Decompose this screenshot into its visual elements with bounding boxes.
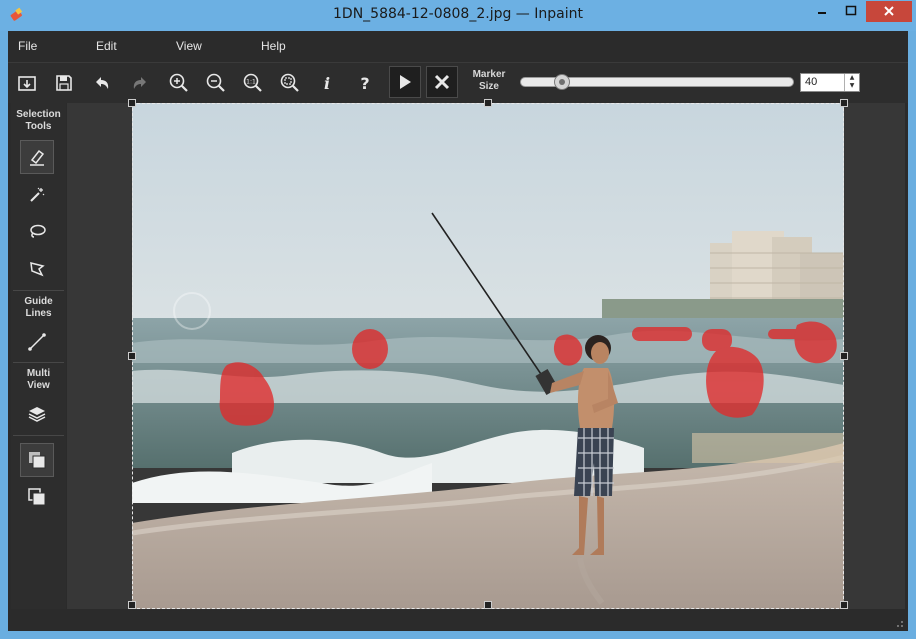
resize-handle-top-right[interactable]	[840, 99, 848, 107]
selection-border	[132, 103, 844, 609]
resize-handle-top[interactable]	[484, 99, 492, 107]
guide-line-tool-button[interactable]	[20, 325, 54, 359]
title-bar: 1DN_5884-12-0808_2.jpg — Inpaint	[0, 0, 916, 31]
resize-handle-bottom-left[interactable]	[128, 601, 136, 609]
menu-help[interactable]: Help	[261, 39, 286, 53]
zoom-actual-text: 1:1	[246, 79, 256, 86]
redo-button[interactable]	[125, 68, 155, 98]
marker-size-slider-thumb[interactable]	[553, 74, 570, 90]
multi-view-label-line2: View	[27, 380, 50, 391]
spin-down-icon[interactable]: ▼	[845, 82, 859, 90]
menu-bar: File Edit View Help	[8, 31, 908, 62]
redo-icon	[133, 77, 146, 89]
guide-lines-label: Guide Lines	[11, 296, 66, 320]
sidebar-divider	[13, 435, 64, 436]
marker-size-label: Marker Size	[464, 69, 514, 93]
sidebar-divider	[13, 362, 64, 363]
resize-handle-right[interactable]	[840, 352, 848, 360]
run-icon	[400, 75, 411, 89]
zoom-fit-button[interactable]	[275, 68, 305, 98]
zoom-in-icon	[169, 73, 188, 92]
zoom-out-button[interactable]	[201, 68, 231, 98]
workspace	[67, 99, 905, 609]
paste-view-button[interactable]	[20, 480, 54, 514]
lasso-icon	[30, 224, 46, 238]
cancel-icon	[434, 74, 450, 90]
resize-handle-bottom[interactable]	[484, 601, 492, 609]
zoom-out-icon	[206, 73, 225, 92]
magic-wand-tool-button[interactable]	[20, 178, 54, 212]
multi-view-label: Multi View	[11, 368, 66, 392]
svg-text:i: i	[324, 74, 330, 93]
selection-tools-label: Selection Tools	[11, 109, 66, 133]
zoom-fit-icon	[280, 73, 299, 92]
resize-handle-bottom-right[interactable]	[840, 601, 848, 609]
spin-up-icon[interactable]: ▲	[845, 74, 859, 82]
polygonal-lasso-tool-button[interactable]	[20, 252, 54, 286]
marker-size-label-line1: Marker	[472, 69, 506, 80]
guide-line-icon	[28, 333, 46, 351]
help-button[interactable]: ?	[350, 68, 380, 98]
resize-handle-top-left[interactable]	[128, 99, 136, 107]
guide-lines-label-line2: Lines	[25, 308, 52, 319]
selection-tools-label-line2: Tools	[25, 121, 52, 132]
marker-tool-button[interactable]	[20, 140, 54, 174]
save-icon	[56, 75, 72, 91]
multi-view-label-line1: Multi	[26, 368, 51, 379]
marker-size-value[interactable]: 40	[805, 76, 817, 88]
minimize-icon	[818, 12, 826, 14]
lasso-tool-button[interactable]	[20, 215, 54, 249]
minimize-button[interactable]	[808, 0, 836, 22]
sidebar-divider	[13, 290, 64, 291]
copy-view-button[interactable]	[20, 443, 54, 477]
window-title: 1DN_5884-12-0808_2.jpg — Inpaint	[333, 6, 583, 22]
info-button[interactable]: i	[312, 68, 342, 98]
toolbar: 1:1 i ? Marker Size 40 ▲ ▼	[8, 62, 908, 103]
cancel-button[interactable]	[426, 66, 458, 98]
polygonal-lasso-icon	[30, 262, 45, 277]
marker-size-label-line2: Size	[478, 81, 499, 92]
svg-text:?: ?	[360, 74, 369, 93]
open-button[interactable]	[12, 68, 42, 98]
help-icon: ?	[360, 74, 369, 93]
run-button[interactable]	[389, 66, 421, 98]
copy-view-icon	[29, 452, 46, 469]
layers-icon	[28, 407, 46, 422]
menu-view[interactable]: View	[176, 39, 202, 53]
maximize-icon	[845, 5, 857, 16]
maximize-button[interactable]	[836, 0, 866, 22]
marker-size-spinbox[interactable]: 40 ▲ ▼	[800, 73, 860, 92]
layers-button[interactable]	[20, 397, 54, 431]
guide-lines-label-line1: Guide	[24, 296, 53, 307]
resize-handle-left[interactable]	[128, 352, 136, 360]
paste-view-icon	[28, 488, 46, 506]
undo-icon	[96, 77, 109, 89]
zoom-in-button[interactable]	[164, 68, 194, 98]
marker-icon	[30, 149, 45, 166]
zoom-actual-button[interactable]: 1:1	[238, 68, 268, 98]
undo-button[interactable]	[87, 68, 117, 98]
tools-sidebar: Selection Tools Guide Lines Multi View	[11, 103, 66, 609]
open-icon	[18, 76, 36, 91]
resize-grip-icon[interactable]	[894, 618, 904, 628]
spin-buttons: ▲ ▼	[844, 74, 859, 91]
app-frame: File Edit View Help 1:1 i ? Marker Size …	[8, 31, 908, 631]
save-button[interactable]	[49, 68, 79, 98]
close-button[interactable]	[866, 1, 912, 22]
menu-file[interactable]: File	[18, 39, 37, 53]
close-icon	[884, 6, 894, 16]
zoom-actual-icon: 1:1	[243, 73, 262, 92]
status-bar	[8, 609, 908, 631]
selection-tools-label-line1: Selection	[16, 109, 61, 120]
magic-wand-icon	[30, 187, 45, 202]
info-icon: i	[324, 74, 330, 93]
menu-edit[interactable]: Edit	[96, 39, 117, 53]
